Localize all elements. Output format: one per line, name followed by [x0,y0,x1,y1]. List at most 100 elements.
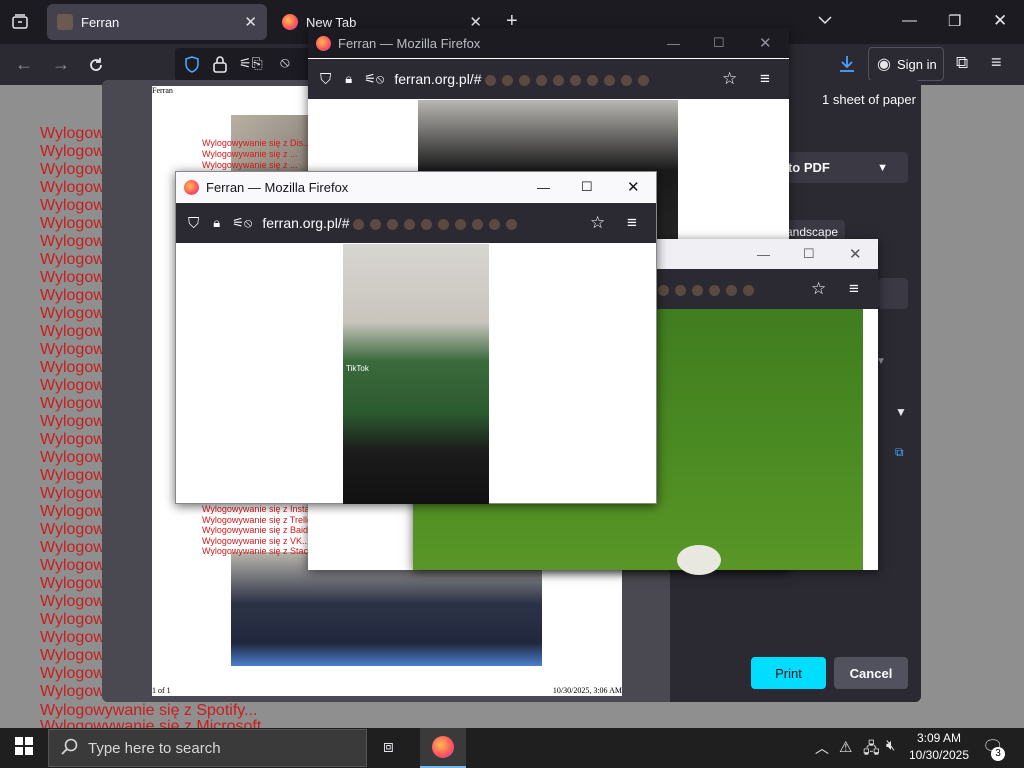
background-text-line: Wylogow [40,485,105,502]
close-window-icon[interactable]: ✕ [993,11,1007,31]
more-settings-chevron-icon[interactable]: ▼ [895,405,907,419]
maximize-icon[interactable]: ☐ [581,179,593,195]
popup-title-bar[interactable]: Ferran — Mozilla Firefox — ☐ ✕ [308,28,789,58]
pages-select[interactable] [878,278,908,309]
popup-url-text: ferran.org.pl/# [394,71,655,87]
maximize-icon[interactable]: ☐ [713,35,725,51]
background-text-line: Wylogow [40,251,105,268]
extensions-icon[interactable]: ⧉ [956,53,968,73]
start-button[interactable] [0,728,48,768]
restore-icon[interactable]: ❐ [948,12,961,30]
preview-date: 10/30/2025, 3:06 AM [552,686,622,695]
background-text-line: Wylogow [40,593,105,610]
cancel-button[interactable]: Cancel [834,657,908,689]
close-icon[interactable]: ✕ [627,178,640,196]
shield-icon[interactable]: ⛉ [320,71,331,88]
background-text-line: Wylogow [40,215,105,232]
taskbar-search-box[interactable]: Type here to search [48,729,367,767]
background-text-line: Wylogow [40,539,105,556]
minimize-icon[interactable]: — [537,180,550,195]
background-text-line: Wylogow [40,161,105,178]
close-icon[interactable]: ✕ [244,13,257,31]
list-all-tabs-icon[interactable] [818,15,832,25]
background-text-line: Wylogow [40,467,105,484]
firefox-icon [316,35,331,51]
security-alert-icon[interactable]: ⚠ [839,738,852,756]
notification-count-badge: 3 [991,747,1005,761]
chevron-up-icon[interactable]: ︿ [815,738,829,758]
ball-shape [677,545,721,575]
background-text-line: Wylogow [40,269,105,286]
volume-muted-icon[interactable]: 🔇︎ [886,737,895,754]
background-text-line: Wylogow [40,197,105,214]
popup-video[interactable]: TikTok [343,244,489,504]
bookmark-star-icon[interactable]: ☆ [722,69,737,89]
preview-red-line: Wylogowywanie się z ... [202,160,298,170]
reload-icon[interactable] [87,56,105,74]
shield-icon[interactable] [184,56,200,73]
minimize-icon[interactable]: — [757,247,770,262]
background-text-line: Wylogow [40,323,105,340]
background-text-line: Wylogow [40,647,105,664]
popup-window-front: Ferran — Mozilla Firefox — ☐ ✕ ⛉ 🔒︎ ⚟⦸ f… [175,171,657,504]
permissions-icon[interactable]: ⚟⦸ [364,71,384,87]
notification-center-button[interactable]: 🗨︎ 3 [982,737,1005,761]
menu-icon[interactable]: ≡ [627,213,637,233]
bookmark-star-icon[interactable]: ☆ [811,279,826,299]
lock-icon[interactable] [213,56,227,73]
search-icon [61,738,78,759]
background-text-line: Wylogow [40,413,105,430]
search-placeholder: Type here to search [88,739,221,757]
close-icon[interactable]: ✕ [759,34,772,52]
tab-ferran[interactable]: Ferran ✕ [47,4,267,40]
sign-in-button[interactable]: ◉ Sign in [868,47,944,81]
popup-url-bar[interactable]: ⛉ 🔒︎ ⚟⦸ ferran.org.pl/# ☆ ≡ [176,203,656,243]
background-text-line: Wylogow [40,449,105,466]
shield-icon[interactable]: ⛉ [188,215,199,232]
menu-icon[interactable]: ≡ [849,279,859,299]
menu-icon[interactable]: ≡ [991,52,1002,73]
print-button[interactable]: Print [751,657,826,689]
popup-url-bar[interactable]: ⛉ 🔒︎ ⚟⦸ ferran.org.pl/# ☆ ≡ [308,59,789,99]
bookmark-star-icon[interactable]: ☆ [590,213,605,233]
background-text-line: Wylogow [40,503,105,520]
tracking-off-icon[interactable]: ⦸ [280,54,290,71]
clock[interactable]: 3:09 AM 10/30/2025 [906,730,972,764]
back-icon[interactable]: ← [15,54,33,75]
background-text-line: Wylogow [40,665,105,682]
destination-select[interactable]: t to PDF ▼ [770,152,908,183]
menu-icon[interactable]: ≡ [760,69,770,89]
popup-title-bar[interactable]: Ferran — Mozilla Firefox — ☐ ✕ [176,172,656,202]
network-icon[interactable]: 🖧︎ [863,738,880,763]
background-text-line: Wylogow [40,143,105,160]
forward-icon[interactable]: → [52,54,70,75]
close-icon[interactable]: ✕ [849,245,862,263]
background-text-line: Wylogow [40,377,105,394]
preview-red-line: Wylogowywanie się z ... [202,149,298,159]
firefox-icon [184,179,199,195]
lock-icon[interactable]: 🔒︎ [213,215,220,231]
downloads-icon[interactable] [838,54,856,74]
background-text-line: Wylogow [40,359,105,376]
background-text-line: Wylogow [40,611,105,628]
orientation-label: andscape [786,225,839,239]
background-text-line: Wylogow [40,575,105,592]
clock-date: 10/30/2025 [908,748,970,762]
permissions-icon[interactable]: ⚟⎘ [239,55,263,72]
task-view-icon[interactable]: ⧈ [383,737,394,757]
taskbar-firefox-button[interactable] [420,728,466,768]
minimize-icon[interactable]: — [902,12,917,29]
url-bar[interactable]: ⚟⎘ ⦸ [175,48,310,81]
background-text-line: Wylogow [40,305,105,322]
chevron-down-icon: ▼ [877,161,888,174]
tab-list-icon[interactable] [11,13,29,31]
system-dialog-link-icon[interactable]: ⧉ [895,445,904,460]
maximize-icon[interactable]: ☐ [803,246,815,262]
background-text-line: Wylogow [40,629,105,646]
minimize-icon[interactable]: — [667,36,680,51]
lock-icon[interactable]: 🔒︎ [345,71,352,87]
clock-time: 3:09 AM [916,731,962,745]
permissions-icon[interactable]: ⚟⦸ [232,215,252,231]
preview-red-line: Wylogowywanie się z Dis... [202,138,311,148]
sign-in-label: Sign in [896,56,937,72]
